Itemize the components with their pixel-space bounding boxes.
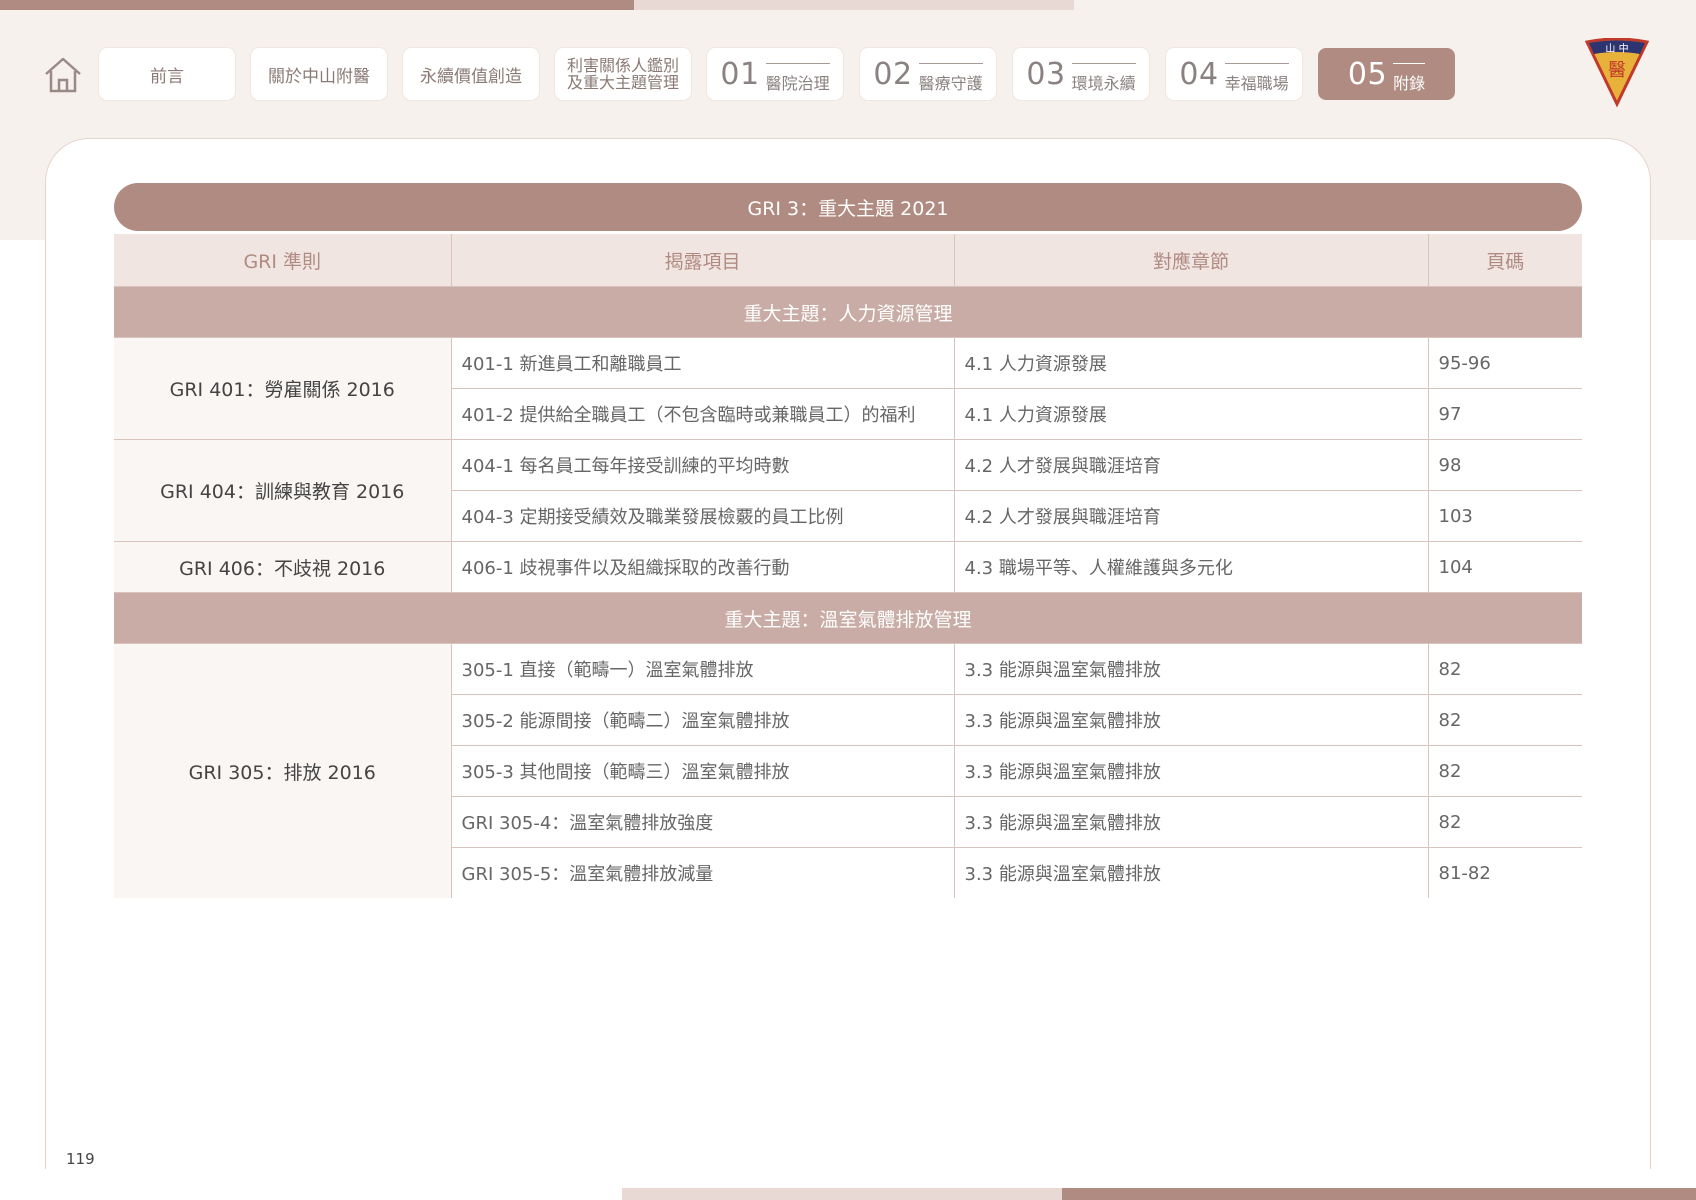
table-title: GRI 3：重大主題 2021 — [114, 183, 1582, 231]
nav-value-creation-label: 永續價值創造 — [420, 66, 522, 87]
nav-stakeholders-label-2: 及重大主題管理 — [566, 73, 679, 92]
nav-chapter-02-number: 02 — [873, 56, 913, 92]
chapter-cell: 3.3 能源與溫室氣體排放 — [953, 796, 1428, 848]
page-cell: 104 — [1427, 541, 1582, 593]
header-chapter: 對應章節 — [953, 234, 1428, 287]
nav-preface-label: 前言 — [150, 66, 184, 87]
section-title: 重大主題：人力資源管理 — [114, 286, 1582, 338]
disclosure-cell: GRI 305-4：溫室氣體排放強度 — [450, 796, 954, 848]
nav-about-label: 關於中山附醫 — [268, 66, 370, 87]
nav-chapter-04-number: 04 — [1179, 56, 1219, 92]
nav-chapter-04-label: 幸福職場 — [1224, 62, 1289, 94]
header-standard: GRI 準則 — [114, 234, 451, 287]
table-header-row: GRI 準則 揭露項目 對應章節 頁碼 — [114, 234, 1582, 287]
page-cell: 95-96 — [1427, 337, 1582, 389]
chapter-cell: 4.2 人才發展與職涯培育 — [953, 439, 1428, 491]
top-progress-bar-light — [634, 0, 1074, 10]
page-cell: 82 — [1427, 745, 1582, 797]
nav-chapter-03[interactable]: 03 環境永續 — [1013, 48, 1149, 100]
home-button[interactable] — [42, 54, 84, 96]
nav-chapter-03-number: 03 — [1026, 56, 1066, 92]
header-page: 頁碼 — [1427, 234, 1582, 287]
gri-index-table: GRI 準則 揭露項目 對應章節 頁碼 重大主題：人力資源管理 GRI 401：… — [114, 234, 1582, 898]
table-row: GRI 406：不歧視 2016 406-1 歧視事件以及組織採取的改善行動 4… — [114, 541, 1582, 593]
nav-chapter-05-number: 05 — [1347, 56, 1388, 92]
disclosure-cell: 305-2 能源間接（範疇二）溫室氣體排放 — [450, 694, 954, 746]
chapter-cell: 3.3 能源與溫室氣體排放 — [953, 694, 1428, 746]
bottom-progress-bar-light — [622, 1188, 1062, 1200]
standard-cell: GRI 305：排放 2016 — [114, 643, 451, 898]
nav-chapter-02[interactable]: 02 醫療守護 — [860, 48, 996, 100]
nav-chapter-01[interactable]: 01 醫院治理 — [707, 48, 843, 100]
standard-cell: GRI 401：勞雇關係 2016 — [114, 337, 451, 440]
disclosure-cell: 406-1 歧視事件以及組織採取的改善行動 — [450, 541, 954, 593]
nav-stakeholders[interactable]: 利害關係人鑑別 及重大主題管理 — [555, 48, 691, 100]
chapter-cell: 3.3 能源與溫室氣體排放 — [953, 643, 1428, 695]
page-cell: 82 — [1427, 643, 1582, 695]
page-cell: 97 — [1427, 388, 1582, 440]
standard-cell: GRI 404：訓練與教育 2016 — [114, 439, 451, 542]
logo-top-text: 山 中 — [1605, 42, 1628, 55]
table-row: GRI 305：排放 2016 305-1 直接（範疇一）溫室氣體排放 3.3 … — [114, 643, 1582, 898]
disclosure-cell: 404-1 每名員工每年接受訓練的平均時數 — [450, 439, 954, 491]
disclosure-cell: 404-3 定期接受績效及職業發展檢覈的員工比例 — [450, 490, 954, 542]
disclosure-cell: 305-3 其他間接（範疇三）溫室氣體排放 — [450, 745, 954, 797]
nav-chapter-01-label: 醫院治理 — [765, 62, 830, 94]
disclosure-cell: 401-2 提供給全職員工（不包含臨時或兼職員工）的福利 — [450, 388, 954, 440]
top-progress-bar-dark — [0, 0, 634, 10]
home-icon — [45, 57, 81, 93]
logo-main-text: 醫 — [1608, 60, 1626, 81]
nav-chapter-03-label: 環境永續 — [1071, 62, 1136, 94]
bottom-progress-bar-dark — [1062, 1188, 1696, 1200]
chapter-cell: 4.1 人力資源發展 — [953, 388, 1428, 440]
chapter-cell: 4.1 人力資源發展 — [953, 337, 1428, 389]
page-cell: 82 — [1427, 796, 1582, 848]
disclosure-cell: 401-1 新進員工和離職員工 — [450, 337, 954, 389]
nav-chapter-05[interactable]: 05 附錄 — [1318, 48, 1455, 100]
nav-chapter-02-label: 醫療守護 — [918, 62, 983, 94]
disclosure-cell: GRI 305-5：溫室氣體排放減量 — [450, 847, 954, 898]
header-disclosure: 揭露項目 — [450, 234, 954, 287]
disclosure-cell: 305-1 直接（範疇一）溫室氣體排放 — [450, 643, 954, 695]
page-cell: 81-82 — [1427, 847, 1582, 898]
section-title: 重大主題：溫室氣體排放管理 — [114, 592, 1582, 644]
chapter-cell: 4.3 職場平等、人權維護與多元化 — [953, 541, 1428, 593]
nav-value-creation[interactable]: 永續價值創造 — [403, 48, 539, 100]
page-cell: 103 — [1427, 490, 1582, 542]
nav-stakeholders-label-1: 利害關係人鑑別 — [566, 56, 679, 75]
nav-about[interactable]: 關於中山附醫 — [251, 48, 387, 100]
section-row: 重大主題：人力資源管理 — [114, 286, 1582, 338]
section-row: 重大主題：溫室氣體排放管理 — [114, 592, 1582, 644]
table-row: GRI 404：訓練與教育 2016 404-1 每名員工每年接受訓練的平均時數… — [114, 439, 1582, 542]
nav-preface[interactable]: 前言 — [99, 48, 235, 100]
page-number: 119 — [66, 1150, 95, 1168]
nav-chapter-01-number: 01 — [720, 56, 760, 92]
chapter-cell: 4.2 人才發展與職涯培育 — [953, 490, 1428, 542]
nav-chapter-04[interactable]: 04 幸福職場 — [1166, 48, 1302, 100]
nav-chapter-05-label: 附錄 — [1393, 62, 1426, 94]
chapter-cell: 3.3 能源與溫室氣體排放 — [953, 745, 1428, 797]
page-cell: 98 — [1427, 439, 1582, 491]
page-cell: 82 — [1427, 694, 1582, 746]
chapter-cell: 3.3 能源與溫室氣體排放 — [953, 847, 1428, 898]
standard-cell: GRI 406：不歧視 2016 — [114, 541, 451, 593]
table-row: GRI 401：勞雇關係 2016 401-1 新進員工和離職員工 4.1 人力… — [114, 337, 1582, 440]
hospital-logo: 山 中 醫 — [1584, 37, 1650, 108]
